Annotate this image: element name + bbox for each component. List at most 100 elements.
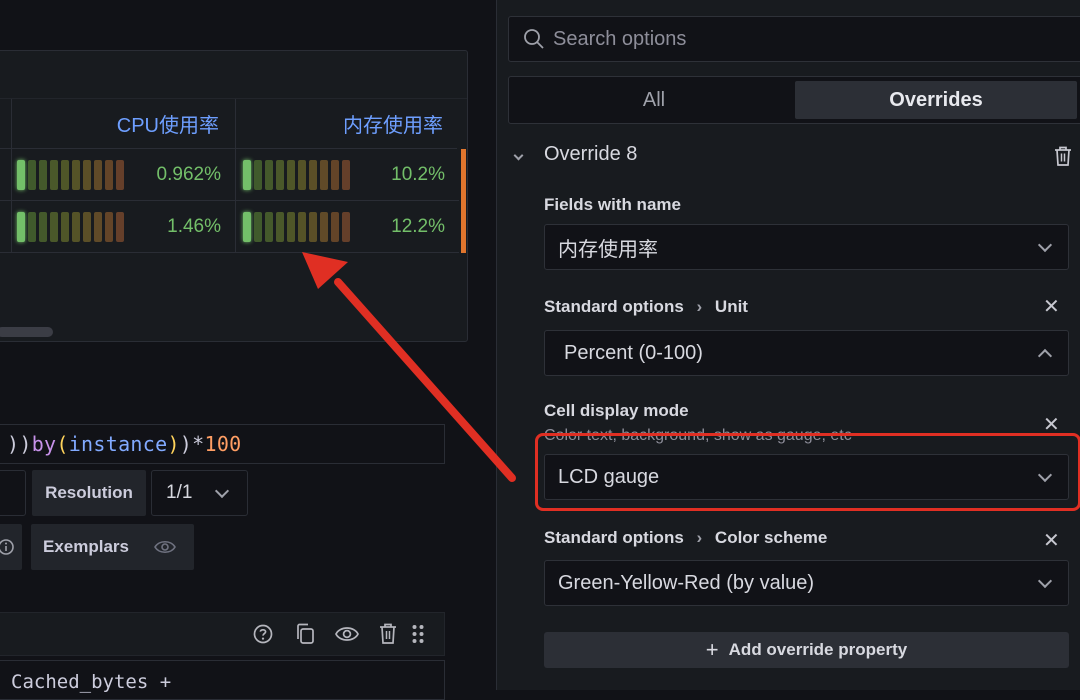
gauge-segment [331, 159, 339, 190]
query-token: 100 [204, 432, 242, 456]
gauge-segment [342, 159, 350, 190]
color-scheme-select[interactable]: Green-Yellow-Red (by value) [544, 560, 1069, 606]
gauge-segment [28, 211, 36, 242]
column-header-memory[interactable]: 内存使用率 [233, 99, 457, 149]
cpu-value: 0.962% [156, 163, 221, 185]
tab-all[interactable]: All [513, 81, 795, 119]
chevron-down-icon [1037, 573, 1053, 589]
gauge-segment [298, 159, 306, 190]
tab-overrides[interactable]: Overrides [795, 81, 1077, 119]
gauge-segment [243, 159, 251, 190]
exemplars-label: Exemplars [43, 537, 129, 556]
search-icon [524, 29, 544, 49]
unit-prefix: Standard options [544, 297, 684, 316]
gauge-segment [83, 211, 91, 242]
gauge-segment [331, 211, 339, 242]
eye-icon[interactable] [335, 625, 359, 643]
fields-with-name-label: Fields with name [544, 195, 681, 214]
exemplars-toggle[interactable]: Exemplars [31, 524, 194, 570]
chevron-down-icon [1037, 237, 1053, 253]
tab-all-label: All [642, 88, 666, 111]
eye-icon [154, 540, 176, 554]
gauge-segment [243, 211, 251, 242]
horizontal-scrollbar[interactable] [0, 327, 53, 337]
gauge-segment [50, 159, 58, 190]
resolution-label: Resolution [32, 470, 146, 516]
lcd-gauge [243, 159, 350, 190]
min-step-input[interactable] [0, 470, 26, 516]
query-token: ) [167, 432, 180, 456]
memory-value: 12.2% [391, 215, 445, 237]
gauge-segment [309, 159, 317, 190]
options-tabs: All Overrides [508, 76, 1080, 124]
breadcrumb-separator-icon: › [696, 297, 703, 316]
gauge-segment [61, 211, 69, 242]
remove-unit-icon[interactable]: ✕ [1043, 294, 1060, 319]
gauge-segment [105, 211, 113, 242]
gauge-segment [309, 211, 317, 242]
column-header-cpu-label: CPU使用率 [116, 115, 219, 137]
resolution-label-text: Resolution [45, 483, 133, 502]
unit-value: Percent (0-100) [564, 341, 703, 364]
query-token: ( [56, 432, 69, 456]
tab-overrides-label: Overrides [889, 88, 983, 111]
gauge-segment [254, 159, 262, 190]
gauge-segment [116, 211, 124, 242]
info-toggle[interactable] [0, 524, 22, 570]
delete-override-icon[interactable] [1053, 145, 1073, 167]
lcd-gauge [243, 211, 350, 242]
search-options-input[interactable]: Search options [508, 16, 1080, 62]
fields-with-name-value: 内存使用率 [558, 238, 658, 261]
table-row-1-memory: 10.2% [235, 149, 459, 201]
gauge-segment [50, 211, 58, 242]
color-prefix: Standard options [544, 528, 684, 547]
gauge-segment [94, 211, 102, 242]
gauge-segment [320, 159, 328, 190]
color-scheme-label: Color scheme [714, 528, 828, 547]
plus-icon: + [705, 637, 719, 662]
query-editor[interactable]: )) by (instance) ) * 100 [0, 424, 445, 464]
row-marker [461, 201, 466, 253]
gauge-segment [287, 211, 295, 242]
gauge-segment [39, 159, 47, 190]
duplicate-icon[interactable] [294, 622, 316, 646]
gauge-segment [83, 159, 91, 190]
query-token: ) [179, 432, 193, 456]
gauge-segment [276, 159, 284, 190]
fields-with-name-select[interactable]: 内存使用率 [544, 224, 1069, 270]
column-header-cpu[interactable]: CPU使用率 [0, 99, 233, 149]
column-header-memory-label: 内存使用率 [343, 115, 443, 137]
query-token: instance [68, 432, 168, 456]
resolution-value: 1/1 [166, 482, 193, 503]
query-token: by [31, 432, 57, 456]
gauge-segment [116, 159, 124, 190]
add-override-property-button[interactable]: + Add override property [544, 632, 1069, 668]
resolution-select[interactable]: 1/1 [151, 470, 248, 516]
gauge-segment [320, 211, 328, 242]
gauge-segment [28, 159, 36, 190]
gauge-segment [39, 211, 47, 242]
table-row-2-memory: 12.2% [235, 201, 459, 253]
gauge-segment [287, 159, 295, 190]
chevron-down-icon [214, 483, 230, 499]
table-row-2-cpu: 1.46% [0, 201, 235, 253]
color-scheme-value: Green-Yellow-Red (by value) [558, 571, 815, 594]
color-scheme-property-label: Standard options › Color scheme [544, 528, 827, 548]
override-title[interactable]: Override 8 [544, 143, 637, 166]
trash-icon[interactable] [378, 622, 398, 646]
help-icon[interactable] [252, 623, 274, 645]
gauge-segment [265, 211, 273, 242]
query-editor-2[interactable]: Cached_bytes + [0, 660, 445, 700]
unit-property-label: Standard options › Unit [544, 297, 748, 317]
cell-display-mode-label: Cell display mode [544, 401, 689, 420]
remove-color-scheme-icon[interactable]: ✕ [1043, 528, 1060, 553]
drag-handle-icon[interactable] [411, 623, 425, 647]
panel-header [0, 51, 467, 99]
unit-select[interactable]: Percent (0-100) [544, 330, 1069, 376]
table-panel: CPU使用率 内存使用率 0.962% 10.2% 1.46% 12.2% [0, 50, 468, 342]
add-override-label: Add override property [728, 640, 908, 659]
gauge-segment [265, 159, 273, 190]
query-row-header [0, 612, 445, 656]
highlight-box [535, 433, 1080, 511]
gauge-segment [298, 211, 306, 242]
